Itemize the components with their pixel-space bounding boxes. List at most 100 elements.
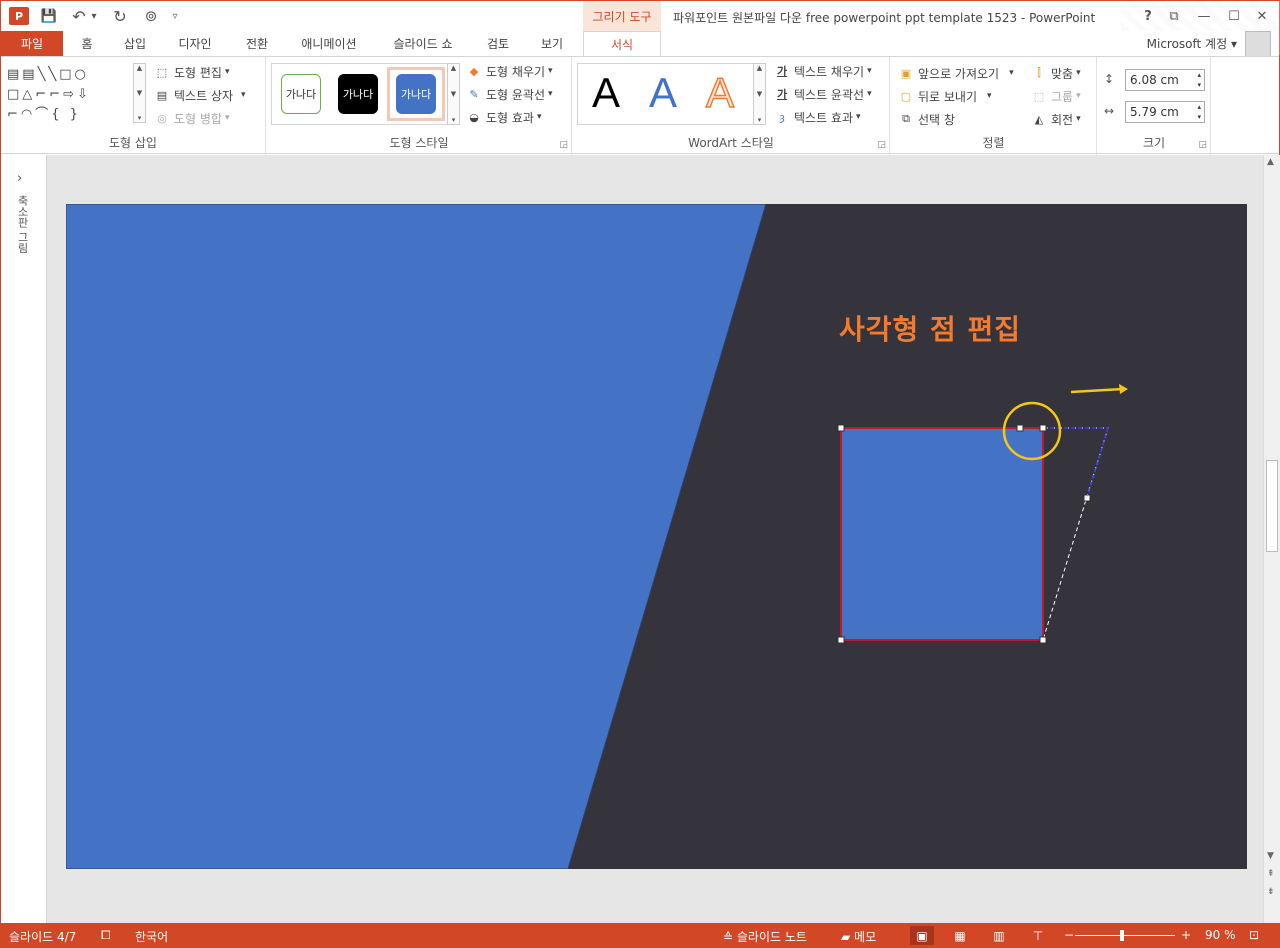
expand-thumbnails-icon[interactable]: ›	[17, 171, 22, 186]
shape-style-black-fill[interactable]: 가나다	[338, 74, 378, 114]
group-button[interactable]: ⬚ 그룹 ▾	[1031, 86, 1081, 106]
save-icon[interactable]: 💾	[39, 7, 59, 25]
edit-shape-button[interactable]: ⬚ 도형 편집 ▾	[154, 62, 230, 82]
send-backward-button[interactable]: ▢ 뒤로 보내기 ▾	[898, 86, 992, 106]
group-shape-styles: 가나다 가나다 가나다 ▲ ▼ ▾ ◆ 도형 채우기 ▾ ✎ 도형 윤곽선 ▾ ◒ 도형 효과…	[267, 57, 572, 155]
slide-sorter-view-icon[interactable]: ▦	[948, 926, 972, 945]
user-avatar[interactable]	[1245, 31, 1271, 57]
slideshow-view-icon[interactable]: ⊤	[1026, 926, 1050, 945]
scroll-down-icon[interactable]: ▼	[1267, 851, 1274, 861]
fit-to-window-icon[interactable]: ⊡	[1249, 928, 1259, 942]
comments-button[interactable]: ▰ 메모	[841, 928, 876, 945]
wordart-launcher-icon[interactable]: ◲	[877, 140, 886, 150]
tab-home[interactable]: 홈	[71, 31, 103, 56]
wordart-style-blue[interactable]: A	[649, 69, 677, 117]
zoom-in-button[interactable]: +	[1181, 928, 1191, 942]
bring-forward-button[interactable]: ▣ 앞으로 가져오기 ▾	[898, 63, 1014, 83]
reading-view-icon[interactable]: ▥	[987, 926, 1011, 945]
slide-caption-text[interactable]: 사각형 점 편집	[839, 308, 1021, 348]
tab-transitions[interactable]: 전환	[235, 31, 279, 56]
next-slide-icon[interactable]: ⇟	[1267, 887, 1275, 897]
start-slideshow-icon[interactable]: ⊚	[141, 7, 161, 25]
wordart-style-orange-outline[interactable]: A	[705, 68, 735, 117]
normal-view-icon[interactable]: ▣	[910, 926, 934, 945]
language-indicator[interactable]: 한국어	[135, 928, 168, 945]
previous-slide-icon[interactable]: ⇞	[1267, 869, 1275, 879]
shape-styles-launcher-icon[interactable]: ◲	[559, 140, 568, 150]
tab-animations[interactable]: 애니메이션	[291, 31, 367, 56]
vertex-handle-top-mid[interactable]	[1016, 424, 1024, 432]
customize-qat-icon[interactable]: ▿	[169, 7, 181, 25]
text-box-icon: ▤	[156, 88, 168, 102]
shapes-gallery[interactable]: ▤▤╲╲□○ □△⌐⌐⇨⇩ ⌐◠⌒{ }	[7, 65, 131, 125]
shape-style-blue-fill[interactable]: 가나다	[396, 74, 436, 114]
width-input[interactable]: 5.79 cm ▴ ▾	[1125, 101, 1205, 123]
zoom-slider-thumb[interactable]	[1120, 930, 1124, 941]
slide-graphics	[66, 204, 1247, 869]
shapes-row-1[interactable]: ▤▤╲╲□○	[7, 65, 131, 85]
tab-insert[interactable]: 삽입	[113, 31, 157, 56]
vertex-handle-top-left[interactable]	[837, 424, 845, 432]
merge-shapes-button[interactable]: ◎ 도형 병합 ▾	[154, 108, 229, 128]
scroll-thumb[interactable]	[1266, 460, 1278, 552]
zoom-slider-track[interactable]	[1075, 935, 1175, 936]
shapes-gallery-scroll[interactable]: ▲ ▼ ▾	[133, 63, 146, 123]
selection-pane-button[interactable]: ⧉ 선택 창	[898, 109, 955, 129]
shape-fill-button[interactable]: ◆ 도형 채우기 ▾	[466, 61, 553, 81]
tab-format[interactable]: 서식	[583, 31, 661, 57]
shape-styles-scroll[interactable]: ▲ ▼ ▾	[447, 63, 460, 125]
zoom-level[interactable]: 90 %	[1205, 928, 1236, 942]
undo-dropdown-icon[interactable]: ▾	[89, 7, 99, 25]
group-objects-icon: ⬚	[1033, 89, 1045, 103]
height-value: 6.08 cm	[1130, 73, 1179, 87]
shape-style-outline-green[interactable]: 가나다	[281, 74, 321, 114]
text-box-label: 텍스트 상자	[174, 88, 234, 103]
minimize-button[interactable]: —	[1193, 6, 1215, 26]
help-button[interactable]: ?	[1137, 6, 1159, 26]
close-button[interactable]: ✕	[1251, 6, 1273, 26]
redo-icon[interactable]: ↻	[111, 7, 129, 26]
shape-fill-label: 도형 채우기	[486, 64, 546, 79]
height-input[interactable]: 6.08 cm ▴ ▾	[1125, 69, 1205, 91]
selection-pane-label: 선택 창	[918, 112, 955, 127]
size-launcher-icon[interactable]: ◲	[1198, 140, 1207, 150]
spell-check-icon[interactable]: ⧠	[101, 928, 111, 943]
vertex-handle-dragged[interactable]	[1083, 494, 1091, 502]
tab-slideshow[interactable]: 슬라이드 쇼	[381, 31, 465, 56]
group-label-wordart: WordArt 스타일	[688, 136, 774, 150]
thumbnail-pane-collapsed: › 축소판 그림	[1, 155, 47, 923]
zoom-out-button[interactable]: −	[1064, 928, 1074, 942]
account-menu[interactable]: Microsoft 계정 ▾	[1147, 35, 1237, 52]
shape-effects-button[interactable]: ◒ 도형 효과 ▾	[466, 107, 541, 127]
text-box-button[interactable]: ▤ 텍스트 상자 ▾	[154, 85, 246, 105]
vertex-handle-top-right[interactable]	[1039, 424, 1047, 432]
maximize-button[interactable]: ☐	[1223, 6, 1245, 26]
undo-icon[interactable]: ↶	[71, 7, 87, 26]
text-effects-button[interactable]: ȝ 텍스트 효과 ▾	[774, 107, 860, 127]
wordart-gallery-scroll[interactable]: ▲ ▼ ▾	[753, 63, 766, 125]
ribbon-display-options-button[interactable]: ⧉	[1163, 6, 1185, 26]
tab-view[interactable]: 보기	[531, 31, 573, 56]
shapes-row-3[interactable]: ⌐◠⌒{ }	[7, 105, 131, 125]
tab-file[interactable]: 파일	[1, 31, 63, 56]
vertex-handle-bottom-right[interactable]	[1039, 636, 1047, 644]
notes-button[interactable]: ≙ 슬라이드 노트	[723, 928, 807, 945]
slide[interactable]: 사각형 점 편집	[66, 204, 1247, 869]
shape-outline-button[interactable]: ✎ 도형 윤곽선 ▾	[466, 84, 552, 104]
shapes-row-2[interactable]: □△⌐⌐⇨⇩	[7, 85, 131, 105]
thumbnails-label[interactable]: 축소판 그림	[14, 195, 30, 254]
wordart-style-black[interactable]: A	[592, 69, 620, 117]
text-fill-button[interactable]: 가 텍스트 채우기 ▾	[774, 61, 872, 81]
tab-review[interactable]: 검토	[477, 31, 519, 56]
text-outline-button[interactable]: 가 텍스트 윤곽선 ▾	[774, 84, 872, 104]
rotate-button[interactable]: ◭ 회전 ▾	[1031, 109, 1081, 129]
vertex-handle-bottom-left[interactable]	[837, 636, 845, 644]
tab-design[interactable]: 디자인	[169, 31, 221, 56]
align-button[interactable]: ⫿ 맞춤 ▾	[1031, 63, 1080, 83]
scroll-up-icon[interactable]: ▲	[1267, 157, 1274, 167]
powerpoint-app-icon[interactable]: P	[9, 7, 29, 25]
bring-forward-label: 앞으로 가져오기	[918, 66, 1000, 81]
vertical-scrollbar[interactable]: ▲ ▼ ⇞ ⇟	[1263, 155, 1280, 923]
selected-rectangle-shape[interactable]	[840, 427, 1044, 641]
slide-number[interactable]: 슬라이드 4/7	[9, 928, 76, 945]
